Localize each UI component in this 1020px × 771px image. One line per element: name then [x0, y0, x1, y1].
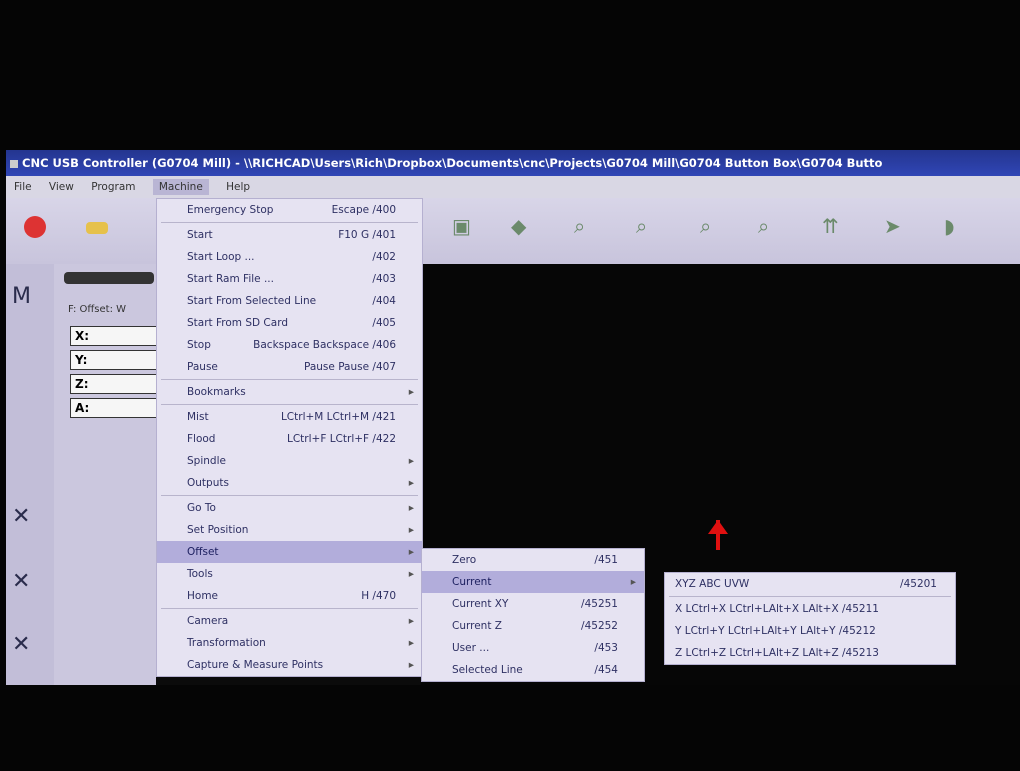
left-panel: M ✕ ✕ ✕ F: Offset: W X: Y: Z: A: — [6, 264, 166, 685]
zoom-in-icon[interactable]: ⌕ — [574, 214, 585, 238]
submenu-arrow-icon: ▸ — [408, 386, 414, 398]
menu-item-current-z[interactable]: Current Z/45252 — [422, 615, 644, 637]
menu-item-mist[interactable]: Mist LCtrl+M LCtrl+M /421 — [157, 406, 422, 428]
jog-alt-icon[interactable]: ✕ — [12, 569, 30, 594]
menu-item-start-ram-file[interactable]: Start Ram File .../403 — [157, 268, 422, 290]
status-bar — [64, 272, 154, 284]
zoom-window-icon[interactable]: ⌕ — [758, 214, 769, 238]
menu-item-spindle[interactable]: Spindle ▸ — [157, 450, 422, 472]
app-icon — [10, 159, 18, 168]
menu-item-transformation[interactable]: Transformation ▸ — [157, 632, 422, 654]
pointer-icon[interactable]: ➤ — [884, 214, 901, 238]
layers-icon[interactable]: ◗ — [944, 214, 955, 238]
menu-help[interactable]: Help — [226, 181, 250, 193]
menu-item-xyz-abc-uvw[interactable]: XYZ ABC UVW/45201 — [665, 573, 955, 595]
axis-z-field[interactable]: Z: — [70, 374, 166, 394]
menu-item-tools[interactable]: Tools ▸ — [157, 563, 422, 585]
menu-item-stop[interactable]: Stop Backspace Backspace /406 — [157, 334, 422, 356]
zoom-fit-icon[interactable]: ⌕ — [700, 214, 711, 238]
menu-item-camera[interactable]: Camera ▸ — [157, 610, 422, 632]
menu-program[interactable]: Program — [91, 181, 135, 193]
menu-item-start[interactable]: Start F10 G /401 — [157, 224, 422, 246]
menu-item-zero[interactable]: Zero/451 — [422, 549, 644, 571]
jog-step-icon[interactable]: ✕ — [12, 632, 30, 657]
zoom-out-icon[interactable]: ⌕ — [636, 214, 647, 238]
annotation-arrow-shaft — [716, 520, 720, 550]
offset-label: F: Offset: W — [68, 304, 127, 315]
submenu-arrow-icon: ▸ — [630, 576, 636, 588]
machine-menu: Emergency Stop Escape /400 Start F10 G /40… — [156, 198, 423, 677]
video-frame: { "window": { "title": "CNC USB Controll… — [0, 0, 1020, 771]
menu-item-set-position[interactable]: Set Position ▸ — [157, 519, 422, 541]
submenu-arrow-icon: ▸ — [408, 477, 414, 489]
menu-item-start-from-sd-card[interactable]: Start From SD Card/405 — [157, 312, 422, 334]
menu-item-offset[interactable]: Offset ▸ — [157, 541, 422, 563]
menu-item-flood[interactable]: Flood LCtrl+F LCtrl+F /422 — [157, 428, 422, 450]
menu-bar: File View Program Machine Help — [6, 176, 1020, 198]
tool-icon[interactable]: ⇈ — [822, 214, 839, 238]
menu-item-outputs[interactable]: Outputs ▸ — [157, 472, 422, 494]
menu-item-selected-line[interactable]: Selected Line/454 — [422, 659, 644, 681]
menu-file[interactable]: File — [14, 181, 32, 193]
axis-y-field[interactable]: Y: — [70, 350, 166, 370]
submenu-arrow-icon: ▸ — [408, 615, 414, 627]
menu-item-user[interactable]: User .../453 — [422, 637, 644, 659]
menu-item-home[interactable]: Home H /470 — [157, 585, 422, 607]
submenu-arrow-icon: ▸ — [408, 637, 414, 649]
submenu-arrow-icon: ▸ — [408, 659, 414, 671]
submenu-arrow-icon: ▸ — [408, 524, 414, 536]
submenu-arrow-icon: ▸ — [408, 546, 414, 558]
menu-item-current[interactable]: Current ▸ — [422, 571, 644, 593]
view-icon[interactable]: ▣ — [452, 214, 471, 238]
menu-item-start-loop[interactable]: Start Loop .../402 — [157, 246, 422, 268]
menu-item-current-z-axis[interactable]: Z LCtrl+Z LCtrl+LAlt+Z LAlt+Z /45213 — [665, 642, 955, 664]
app-window: CNC USB Controller (G0704 Mill) - \\RICH… — [6, 150, 1020, 685]
menu-item-start-from-selected-line[interactable]: Start From Selected Line/404 — [157, 290, 422, 312]
window-title: CNC USB Controller (G0704 Mill) - \\RICH… — [22, 156, 883, 170]
submenu-arrow-icon: ▸ — [408, 455, 414, 467]
axis-a-field[interactable]: A: — [70, 398, 166, 418]
menu-item-go-to[interactable]: Go To ▸ — [157, 497, 422, 519]
submenu-arrow-icon: ▸ — [408, 568, 414, 580]
menu-item-current-x[interactable]: X LCtrl+X LCtrl+LAlt+X LAlt+X /45211 — [665, 598, 955, 620]
current-submenu: XYZ ABC UVW/45201 X LCtrl+X LCtrl+LAlt+X… — [664, 572, 956, 665]
jog-icon[interactable]: ✕ — [12, 504, 30, 529]
axis-x-field[interactable]: X: — [70, 326, 166, 346]
title-bar: CNC USB Controller (G0704 Mill) - \\RICH… — [6, 150, 1020, 176]
folder-icon[interactable] — [86, 222, 108, 234]
menu-view[interactable]: View — [49, 181, 74, 193]
menu-item-emergency-stop[interactable]: Emergency Stop Escape /400 — [157, 199, 422, 221]
menu-item-current-xy[interactable]: Current XY/45251 — [422, 593, 644, 615]
submenu-arrow-icon: ▸ — [408, 502, 414, 514]
side-toolbar: M ✕ ✕ ✕ — [6, 264, 54, 685]
menu-item-pause[interactable]: Pause Pause Pause /407 — [157, 356, 422, 378]
menu-machine[interactable]: Machine — [152, 179, 209, 195]
offset-submenu: Zero/451 Current ▸ Current XY/45251 Curre… — [421, 548, 645, 682]
menu-item-current-y[interactable]: Y LCtrl+Y LCtrl+LAlt+Y LAlt+Y /45212 — [665, 620, 955, 642]
menu-item-capture-measure-points[interactable]: Capture & Measure Points ▸ — [157, 654, 422, 676]
menu-item-bookmarks[interactable]: Bookmarks ▸ — [157, 381, 422, 403]
machine-icon[interactable]: M — [12, 284, 31, 309]
cube-icon[interactable]: ◆ — [511, 214, 526, 238]
stop-icon[interactable] — [24, 216, 46, 238]
